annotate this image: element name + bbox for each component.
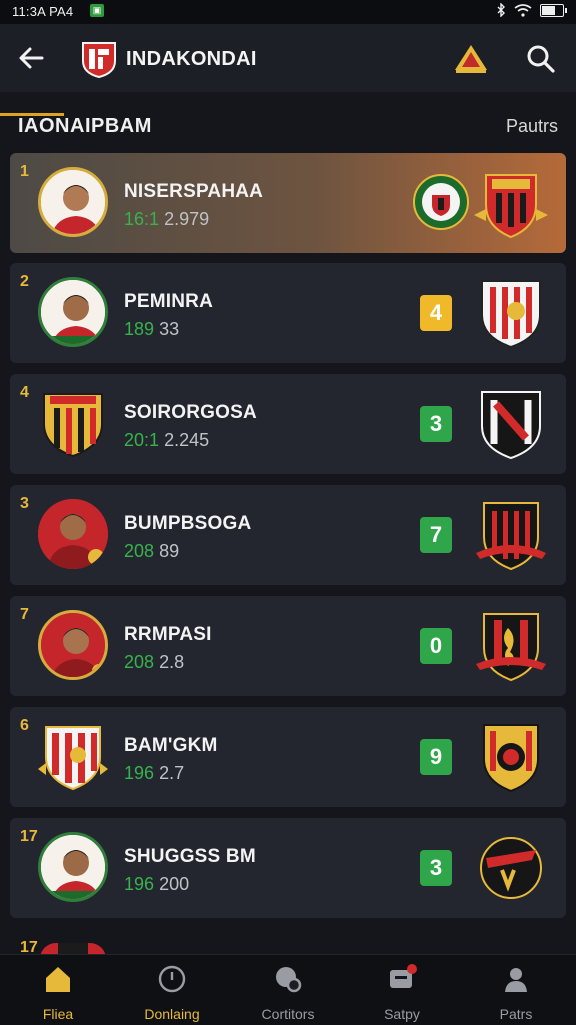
score-badge: 3 [420, 406, 452, 442]
player-stats: 196 200 [124, 874, 189, 895]
bluetooth-icon [497, 3, 505, 17]
status-bar: 11:3A PA4 ▣ [0, 0, 576, 24]
player-stats: 20:1 2.245 [124, 430, 209, 451]
club-crest-icon [413, 174, 469, 230]
player-stats: 208 2.8 [124, 652, 184, 673]
player-name: SOIRORGOSA [124, 402, 257, 423]
rank-number: 1 [20, 163, 29, 180]
stat-primary: 208 [124, 541, 155, 561]
person-icon [505, 968, 527, 992]
nav-label: Cortitors [261, 1006, 315, 1022]
status-time: 11:3A PA4 [12, 4, 74, 19]
player-stats: 16:1 2.979 [124, 209, 209, 230]
search-icon[interactable] [524, 42, 558, 76]
inbox-icon [390, 964, 417, 988]
rank-number: 2 [20, 273, 29, 290]
stat-primary: 196 [124, 874, 155, 894]
section-title: IAONAIPBAM [18, 115, 152, 137]
ranking-row[interactable]: 17 SHUGGSS BM 196 200 3 [10, 818, 566, 918]
ranking-row[interactable]: 6 BAM'GKM 196 2.7 9 [10, 707, 566, 807]
stat-secondary: 89 [159, 541, 180, 561]
player-avatar [38, 610, 108, 680]
player-name: BUMPBSOGA [124, 513, 252, 534]
wifi-icon [514, 3, 532, 17]
club-crest-icon [480, 837, 542, 899]
ranking-row[interactable]: 1 NISERSPAHAA 16:1 2.979 [10, 153, 566, 253]
player-name: RRMPASI [124, 624, 212, 645]
player-name: BAM'GKM [124, 735, 218, 756]
nav-competitions[interactable]: Cortitors [240, 963, 336, 1023]
back-arrow-icon[interactable] [14, 42, 50, 74]
score-badge: 4 [420, 295, 452, 331]
home-icon [46, 967, 70, 992]
stat-primary: 20:1 [124, 430, 160, 450]
rank-number: 6 [20, 717, 29, 734]
stat-secondary: 2.8 [159, 652, 185, 672]
rank-number: 4 [20, 384, 29, 401]
player-avatar [38, 167, 108, 237]
club-crest-avatar-icon [43, 393, 103, 458]
player-stats: 196 2.7 [124, 763, 184, 784]
section-link[interactable]: Pautrs [506, 116, 558, 137]
nav-ranking[interactable]: Donlaing [124, 963, 220, 1023]
stat-secondary: 2.979 [164, 209, 210, 229]
club-logo-icon [82, 42, 116, 79]
score-badge: 0 [420, 628, 452, 664]
stat-primary: 208 [124, 652, 155, 672]
club-crest-icon [483, 724, 539, 793]
score-badge: 3 [420, 850, 452, 886]
nav-profile[interactable]: Patrs [468, 963, 564, 1023]
player-avatar [38, 277, 108, 347]
club-crest-icon [476, 613, 546, 682]
player-avatar [38, 499, 108, 569]
club-crest-icon [474, 174, 548, 239]
stats-icon [276, 967, 302, 993]
player-stats: 189 33 [124, 319, 179, 340]
stat-primary: 16:1 [124, 209, 160, 229]
league-icon[interactable] [452, 42, 490, 74]
nav-label: Donlaing [144, 1006, 200, 1022]
rank-number: 3 [20, 495, 29, 512]
player-avatar [38, 832, 108, 902]
status-icons [496, 3, 567, 17]
ranking-row[interactable]: 3 BUMPBSOGA 208 89 7 [10, 485, 566, 585]
compass-icon [158, 965, 186, 993]
app-title: INDAKONDAI [126, 48, 257, 70]
stat-primary: 189 [124, 319, 155, 339]
stat-secondary: 2.7 [159, 763, 185, 783]
club-crest-icon [481, 280, 541, 349]
player-name: SHUGGSS BM [124, 846, 256, 867]
nav-label: Patrs [499, 1006, 533, 1022]
ranking-row[interactable]: 7 RRMPASI 208 2.8 0 [10, 596, 566, 696]
notification-icon: ▣ [90, 4, 104, 17]
nav-inbox[interactable]: Satpy [354, 963, 450, 1023]
app-bar: INDAKONDAI [0, 24, 576, 116]
stat-secondary: 200 [159, 874, 190, 894]
club-crest-icon [476, 502, 546, 571]
stat-secondary: 33 [159, 319, 180, 339]
ranking-row[interactable]: 2 PEMINRA 189 33 4 [10, 263, 566, 363]
rank-number: 7 [20, 606, 29, 623]
club-crest-icon [481, 391, 541, 460]
battery-icon [540, 3, 567, 17]
player-name: NISERSPAHAA [124, 181, 264, 202]
ranking-row[interactable]: 4 SOIRORGOSA 20:1 2.245 3 [10, 374, 566, 474]
stat-secondary: 2.245 [164, 430, 210, 450]
bottom-navigation: Fliea Donlaing Cortitors Satpy Patrs [0, 954, 576, 1025]
nav-label: Satpy [384, 1006, 420, 1022]
player-stats: 208 89 [124, 541, 179, 562]
nav-label: Fliea [42, 1006, 74, 1022]
player-name: PEMINRA [124, 291, 214, 312]
stat-primary: 196 [124, 763, 155, 783]
score-badge: 9 [420, 739, 452, 775]
nav-home[interactable]: Fliea [10, 963, 106, 1023]
club-crest-avatar-icon [38, 726, 108, 791]
score-badge: 7 [420, 517, 452, 553]
rank-number: 17 [20, 828, 38, 845]
